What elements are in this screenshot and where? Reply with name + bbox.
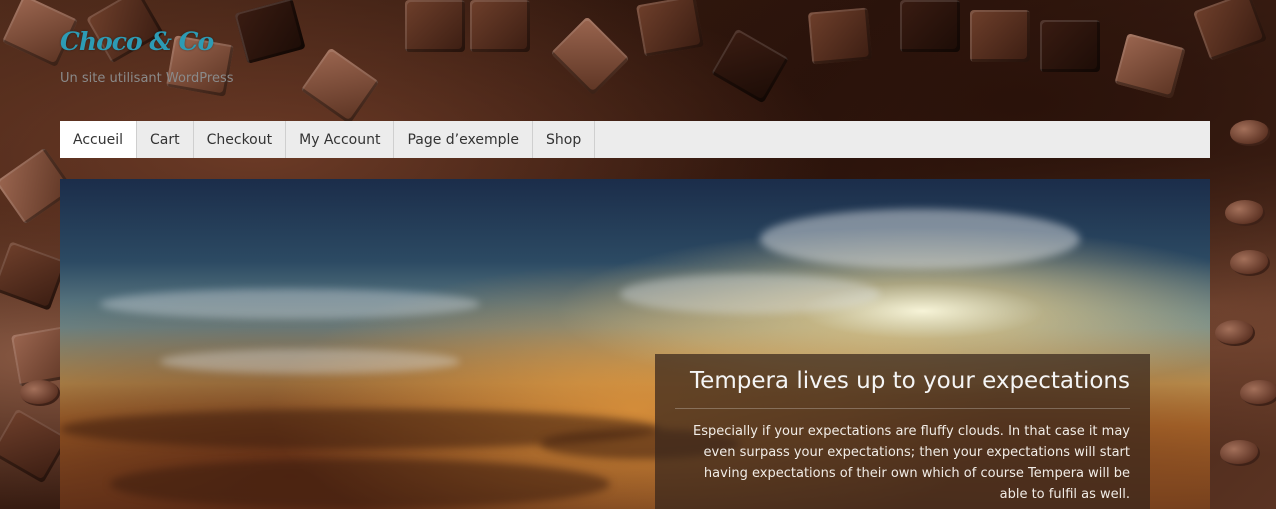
- nav-item-checkout[interactable]: Checkout: [194, 121, 287, 158]
- site-title[interactable]: Choco & Co: [60, 27, 214, 56]
- nav-item-page-exemple[interactable]: Page d’exemple: [394, 121, 533, 158]
- nav-item-accueil[interactable]: Accueil: [60, 121, 137, 158]
- caption-title: Tempera lives up to your expectations: [675, 368, 1130, 409]
- slider-caption: Tempera lives up to your expectations Es…: [655, 354, 1150, 509]
- nav-item-cart[interactable]: Cart: [137, 121, 194, 158]
- caption-text: Especially if your expectations are fluf…: [693, 424, 1130, 502]
- nav-item-my-account[interactable]: My Account: [286, 121, 395, 158]
- nav-item-shop[interactable]: Shop: [533, 121, 596, 158]
- main-nav: Accueil Cart Checkout My Account Page d’…: [60, 121, 1210, 158]
- site-description: Un site utilisant WordPress: [60, 71, 234, 86]
